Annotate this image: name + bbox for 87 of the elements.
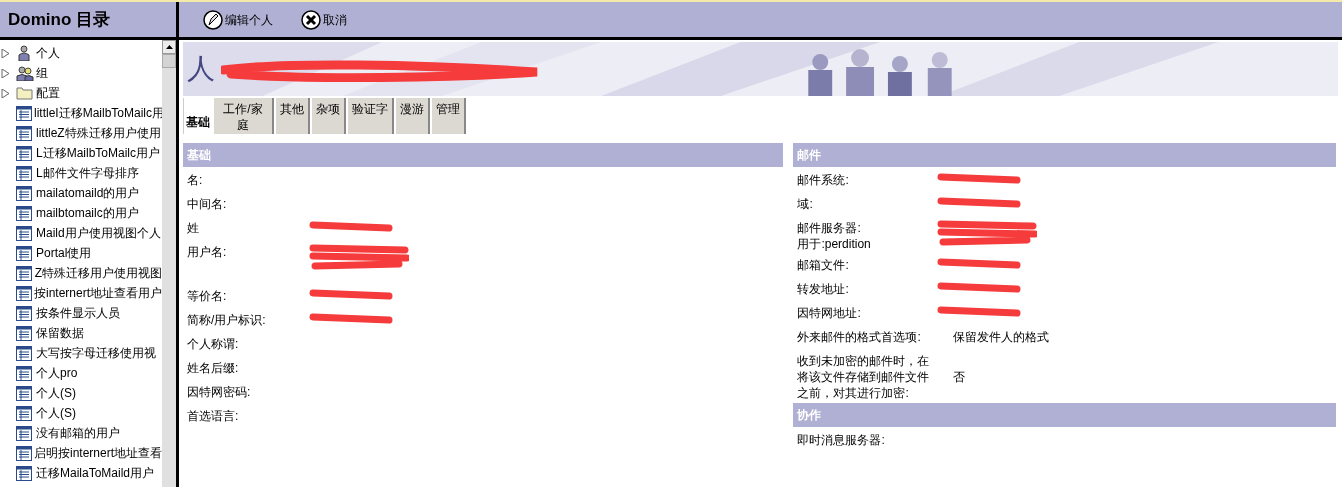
field-label: 因特网地址: (797, 305, 862, 321)
scroll-up-button[interactable] (162, 40, 176, 54)
tree-item[interactable]: littleI迁移MailbToMailc用 (34, 104, 162, 122)
table-icon (16, 245, 34, 261)
table-icon (16, 125, 34, 141)
field-label: 中间名: (187, 196, 228, 212)
table-icon (16, 385, 34, 401)
table-icon (16, 165, 34, 181)
pencil-icon (203, 9, 223, 30)
tab[interactable]: 管理 (432, 98, 466, 134)
table-icon (16, 425, 34, 441)
field-label: 邮件服务器: 用于:perdition (797, 220, 872, 252)
folder-icon (16, 86, 34, 100)
field-value: 否 (953, 369, 966, 385)
field-label: 等价名: (187, 288, 228, 304)
tree-item[interactable]: 大写按字母迁移使用视 (36, 344, 156, 362)
field-label: 邮箱文件: (797, 257, 850, 273)
table-icon (16, 185, 34, 201)
field-label: 转发地址: (797, 281, 850, 297)
field-label: 首选语言: (187, 408, 240, 424)
field-label: 收到未加密的邮件时，在将该文件存储到邮件文件之前，对其进行加密: (797, 353, 931, 401)
tree-item[interactable]: Maild用户使用视图个人 (36, 224, 161, 242)
field-label: 姓 (187, 220, 200, 236)
field-label: 外来邮件的格式首选项: (797, 329, 922, 345)
people-icon (16, 65, 34, 81)
tab[interactable]: 杂项 (312, 98, 346, 134)
tree-item[interactable]: 个人(S) (36, 384, 76, 402)
table-icon (16, 265, 33, 281)
tree-item[interactable]: 按internert地址查看用户 (34, 284, 162, 302)
tree-item[interactable]: 配置 (36, 84, 60, 102)
scrollbar[interactable] (162, 40, 176, 487)
table-icon (16, 365, 34, 381)
field-label: 简称/用户标识: (187, 312, 267, 328)
tree-item[interactable]: L迁移MailbToMailc用户 (36, 144, 161, 162)
tree-item[interactable]: 组 (36, 64, 48, 82)
tab[interactable]: 漫游 (396, 98, 430, 134)
field-value: 保留发件人的格式 (953, 329, 1050, 345)
table-icon (16, 285, 32, 301)
close-icon (301, 9, 321, 30)
tree-item[interactable]: 保留数据 (36, 324, 84, 342)
tree-item[interactable]: mailbtomailc的用户 (36, 204, 139, 222)
tab[interactable]: 其他 (276, 98, 310, 134)
field-label: 因特网密码: (187, 384, 252, 400)
table-icon (16, 305, 34, 321)
cancel-button[interactable]: 取消 (301, 9, 347, 30)
section-header: 基础 (183, 143, 784, 167)
tab[interactable]: 工作/家庭 (214, 98, 274, 134)
tab[interactable]: 基础 (183, 98, 212, 134)
table-icon (16, 465, 34, 481)
tree-item[interactable]: littleZ特殊迁移用户使用 (36, 124, 161, 142)
edit-button[interactable]: 编辑个人 (203, 9, 273, 30)
section-header: 邮件 (793, 143, 1336, 167)
tree-item[interactable]: Portal使用 (36, 244, 92, 262)
table-icon (16, 205, 34, 221)
tree-item[interactable]: 没有邮箱的用户 (36, 424, 120, 442)
tree-item[interactable]: 个人pro (36, 364, 78, 382)
tree-item[interactable]: 启明按internert地址查看 (34, 444, 162, 462)
expand-arrow-icon[interactable] (1, 48, 10, 58)
page-title: 人 (187, 52, 215, 86)
section-header: 协作 (793, 403, 1336, 427)
arrow-up-icon (165, 45, 173, 49)
table-icon (16, 345, 34, 361)
tree-item[interactable]: Z特殊迁移用户使用视图 (34, 264, 162, 282)
expand-arrow-icon[interactable] (1, 88, 10, 98)
table-icon (16, 325, 34, 341)
table-icon (16, 405, 34, 421)
table-icon (16, 145, 34, 161)
sidebar-title: Domino 目录 (8, 8, 110, 31)
field-label: 个人称谓: (187, 336, 240, 352)
field-label: 即时消息服务器: (797, 432, 886, 448)
tree-item[interactable]: 个人(S) (36, 404, 76, 422)
field-label: 用户名: (187, 244, 228, 260)
field-label: 名: (187, 172, 204, 188)
table-icon (16, 105, 32, 121)
tree-item[interactable]: 个人 (36, 44, 60, 62)
tree-item[interactable]: 迁移MailaToMaild用户 (36, 464, 155, 482)
field-label: 姓名后缀: (187, 360, 240, 376)
tree-item[interactable]: 按条件显示人员 (36, 304, 120, 322)
scroll-thumb[interactable] (162, 54, 176, 68)
table-icon (16, 445, 32, 461)
tab[interactable]: 验证字 (348, 98, 394, 134)
field-label: 邮件系统: (797, 172, 850, 188)
tree-item[interactable]: mailatomaild的用户 (36, 184, 140, 202)
table-icon (16, 225, 34, 241)
tree-item[interactable]: L邮件文件字母排序 (36, 164, 139, 182)
field-label: 域: (797, 196, 814, 212)
expand-arrow-icon[interactable] (1, 68, 10, 78)
